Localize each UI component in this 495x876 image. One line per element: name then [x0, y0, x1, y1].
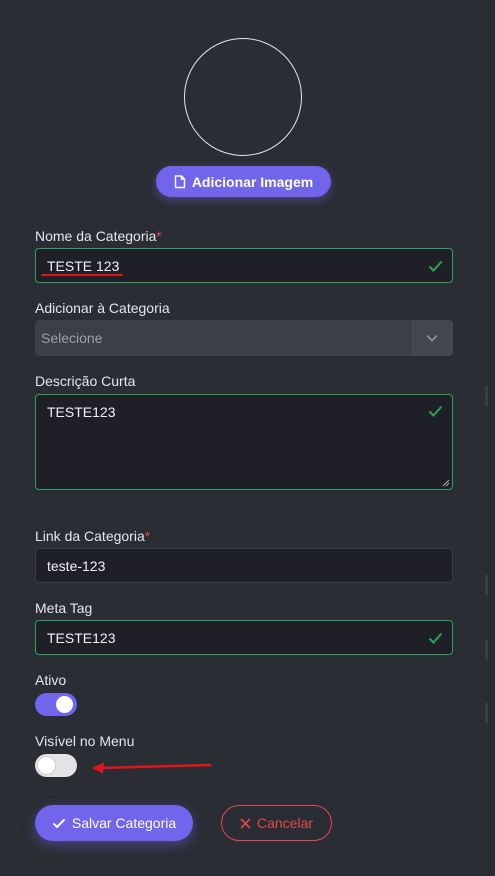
check-icon: [428, 405, 443, 417]
check-icon: [428, 260, 443, 272]
background-edge: [485, 640, 488, 660]
cancel-button[interactable]: Cancelar: [221, 805, 332, 841]
short-description-textarea[interactable]: TESTE123: [35, 394, 453, 490]
active-toggle[interactable]: [35, 693, 77, 716]
close-icon: [240, 817, 251, 829]
short-description-value: TESTE123: [47, 404, 116, 420]
category-link-label: Link da Categoria*: [35, 528, 151, 544]
save-category-label: Salvar Categoria: [71, 815, 177, 831]
category-name-input[interactable]: TESTE 123: [35, 248, 453, 283]
short-description-label: Descrição Curta: [35, 373, 136, 389]
resize-handle-icon[interactable]: [442, 479, 450, 487]
meta-tag-input[interactable]: TESTE123: [35, 620, 453, 655]
annotation-underline: [41, 274, 123, 276]
category-link-value: teste-123: [47, 557, 106, 574]
add-image-label: Adicionar Imagem: [191, 173, 314, 190]
visible-in-menu-label: Visível no Menu: [35, 733, 135, 749]
cancel-label: Cancelar: [256, 815, 314, 831]
visible-in-menu-toggle[interactable]: [35, 754, 77, 777]
add-image-button[interactable]: Adicionar Imagem: [156, 166, 331, 197]
save-category-button[interactable]: Salvar Categoria: [35, 805, 193, 841]
annotation-arrow: [92, 762, 212, 774]
check-icon: [428, 632, 443, 644]
chevron-down-icon[interactable]: [411, 320, 453, 356]
category-name-label: Nome da Categoria*: [35, 228, 162, 244]
background-edge: [485, 386, 488, 406]
background-edge: [485, 575, 488, 595]
select-placeholder: Selecione: [41, 330, 103, 346]
meta-tag-value: TESTE123: [47, 629, 116, 646]
document-icon: [174, 174, 186, 188]
parent-category-label: Adicionar à Categoria: [35, 300, 170, 316]
background-edge: [485, 703, 488, 723]
parent-category-select[interactable]: Selecione: [35, 320, 453, 356]
required-mark: *: [156, 228, 162, 244]
toggle-knob: [56, 696, 73, 713]
category-image-preview: [184, 38, 302, 156]
active-label: Ativo: [35, 672, 67, 688]
category-form-panel: Adicionar Imagem Nome da Categoria* TEST…: [0, 0, 488, 876]
category-link-input[interactable]: teste-123: [35, 548, 453, 583]
required-mark: *: [144, 528, 151, 544]
check-icon: [52, 818, 66, 828]
category-name-value: TESTE 123: [47, 257, 120, 274]
toggle-knob: [38, 757, 55, 774]
meta-tag-label: Meta Tag: [35, 600, 93, 616]
